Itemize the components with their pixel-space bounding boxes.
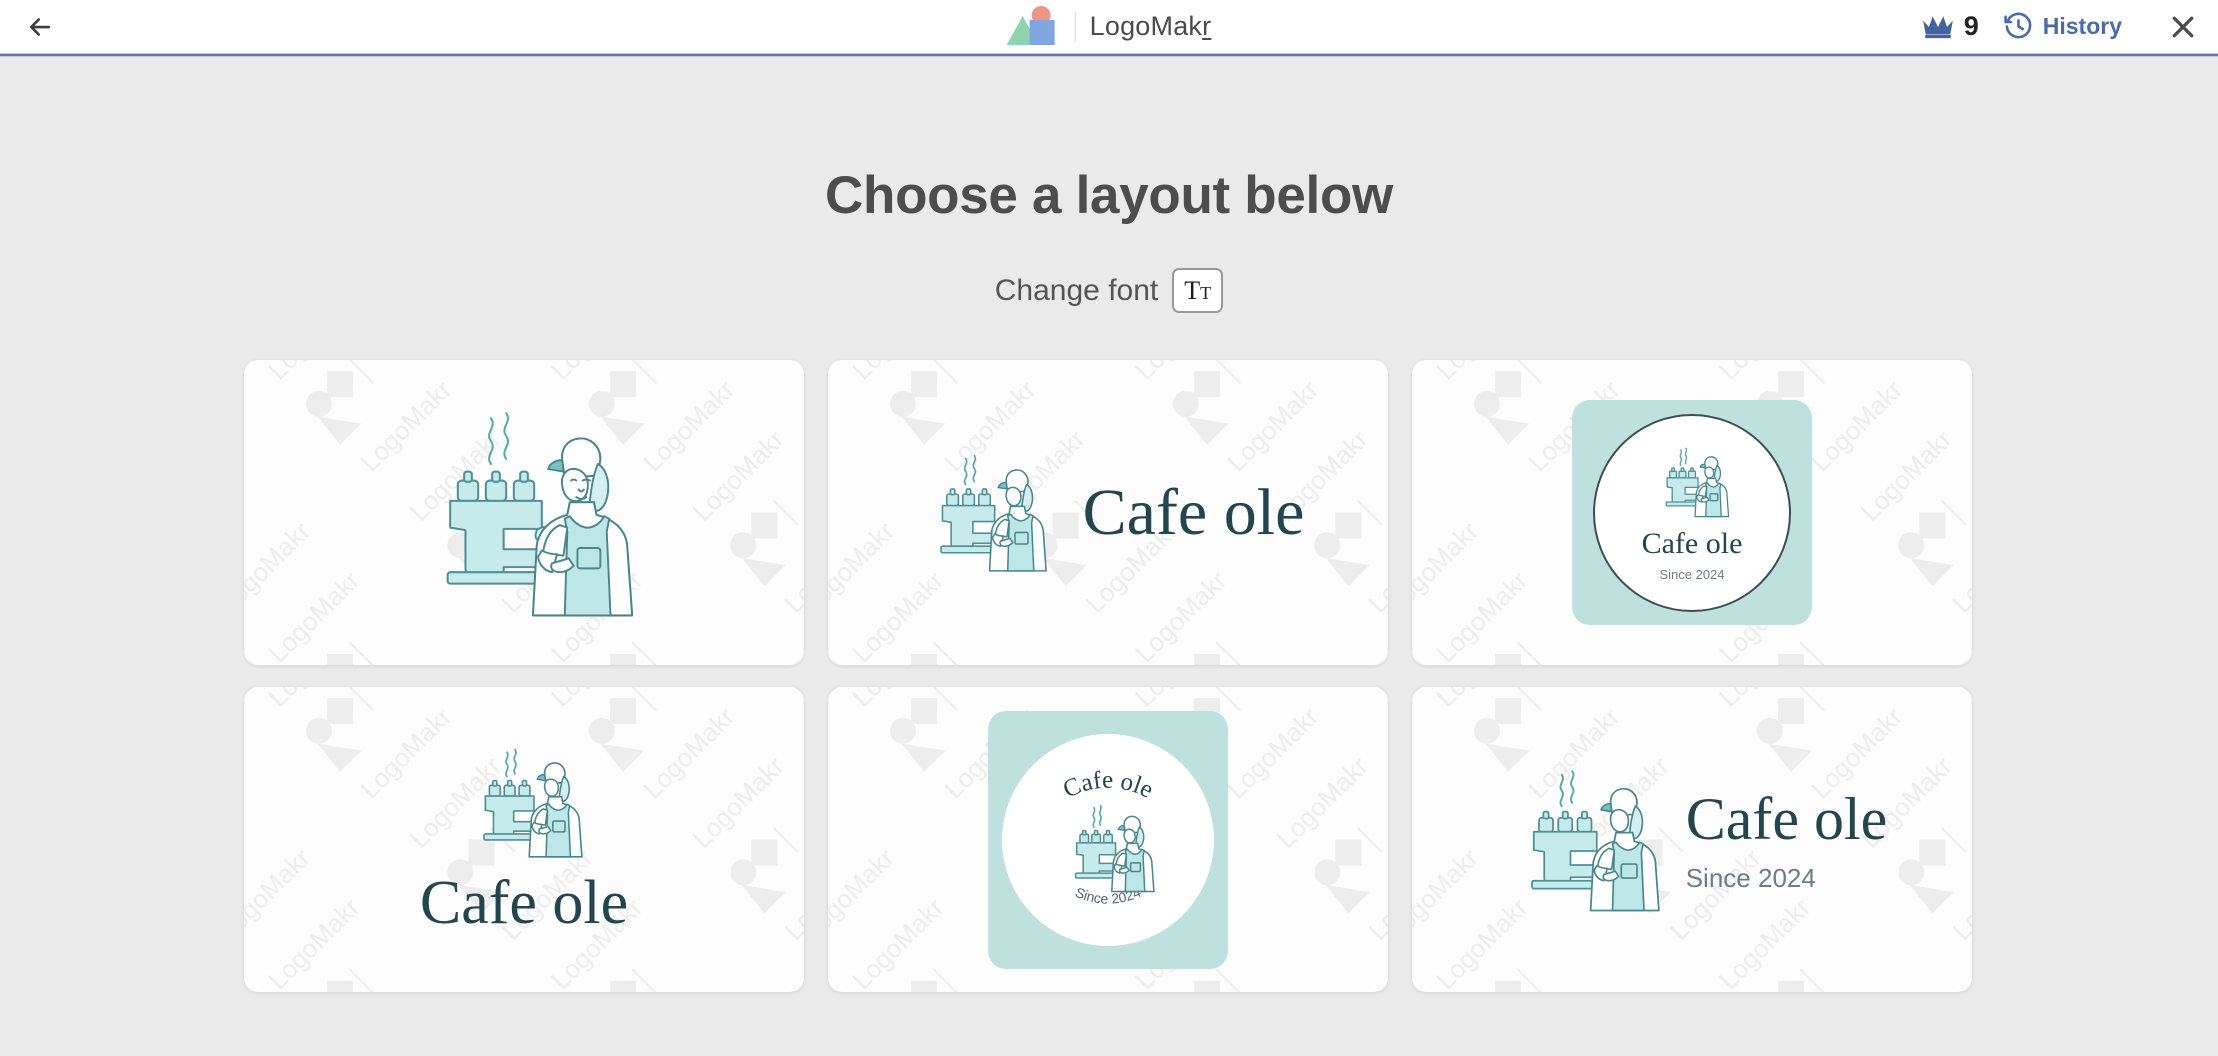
typography-icon: TT [1184, 275, 1212, 305]
app-header: LogoMakr 9 History [0, 0, 2218, 53]
barista-espresso-machine-illustration [482, 748, 583, 858]
close-icon [2172, 16, 2194, 37]
logo-badge-circle: Cafe ole Since 2024 [1002, 733, 1214, 946]
history-button[interactable]: History [2003, 11, 2122, 42]
layout-preview: Cafe ole Since 2024 [828, 687, 1388, 992]
layout-option-card[interactable]: Cafe ole Since 2024 [828, 687, 1388, 992]
layout-option-card[interactable]: Cafe ole [244, 687, 804, 992]
layout-option-card[interactable]: LogoMakr LogoMakr [244, 360, 804, 665]
layout-preview [244, 360, 804, 665]
crown-icon [1922, 15, 1953, 38]
change-font-button[interactable]: TT [1172, 268, 1224, 313]
main-content: Choose a layout below Change font TT Log… [0, 57, 2218, 1054]
layout-option-card[interactable]: Cafe ole [828, 360, 1388, 665]
logo-text-block: Cafe ole Since 2024 [1686, 789, 1888, 891]
layout-preview: Cafe ole Since 2024 [1412, 360, 1972, 665]
barista-espresso-machine-illustration [1530, 769, 1660, 911]
credits-button[interactable]: 9 [1921, 11, 1979, 42]
back-button[interactable] [22, 9, 58, 45]
credits-count: 9 [1963, 11, 1979, 41]
logo-tagline: Since 2024 [1659, 566, 1725, 582]
logo-name: Cafe ole [419, 869, 629, 937]
logo-name: Cafe ole [1685, 785, 1888, 852]
layout-grid: LogoMakr LogoMakr [244, 360, 1974, 992]
change-font-label: Change font [994, 273, 1159, 307]
header-actions: 9 History [1921, 10, 2200, 44]
layout-preview: Cafe ole Since 2024 [1412, 687, 1972, 992]
layout-option-card[interactable]: Cafe ole Since 2024 [1412, 687, 1972, 992]
brand-name-underlined: r [1202, 11, 1212, 41]
brand-name-main: LogoMak [1089, 11, 1203, 41]
layout-preview: Cafe ole [244, 687, 804, 992]
brand-name: LogoMakr [1090, 11, 1212, 42]
barista-espresso-machine-illustration [446, 411, 634, 616]
font-glyph-large: T [1184, 275, 1201, 305]
history-clock-icon [2004, 12, 2032, 39]
layout-option-card[interactable]: Cafe ole Since 2024 [1412, 360, 1972, 665]
barista-espresso-machine-illustration [1074, 804, 1155, 893]
logo-tagline: Since 2024 [1685, 862, 1816, 893]
change-font-row: Change font TT [0, 268, 2218, 313]
font-glyph-small: T [1200, 282, 1212, 303]
logo-name: Cafe ole [1059, 766, 1157, 803]
logo-name: Cafe ole [1082, 475, 1305, 549]
logo-badge-tile: Cafe ole Since 2024 [1572, 400, 1812, 625]
page-title: Choose a layout below [825, 166, 1393, 225]
mark-square-icon [1029, 19, 1055, 45]
history-label: History [2042, 13, 2122, 39]
svg-text:Cafe ole: Cafe ole [1059, 766, 1157, 803]
layout-preview: Cafe ole [828, 360, 1388, 665]
close-button[interactable] [2166, 10, 2200, 44]
arrow-left-icon [29, 17, 51, 36]
barista-espresso-machine-illustration [939, 454, 1047, 572]
barista-espresso-machine-illustration [1665, 447, 1730, 517]
logo-badge-circle: Cafe ole Since 2024 [1593, 413, 1791, 612]
logo-name: Cafe ole [1641, 526, 1743, 560]
logo-badge-tile: Cafe ole Since 2024 [988, 710, 1228, 969]
brand-separator [1074, 11, 1076, 42]
logomakr-mark-icon [1006, 5, 1061, 48]
brand-logo[interactable]: LogoMakr [1006, 5, 1212, 48]
